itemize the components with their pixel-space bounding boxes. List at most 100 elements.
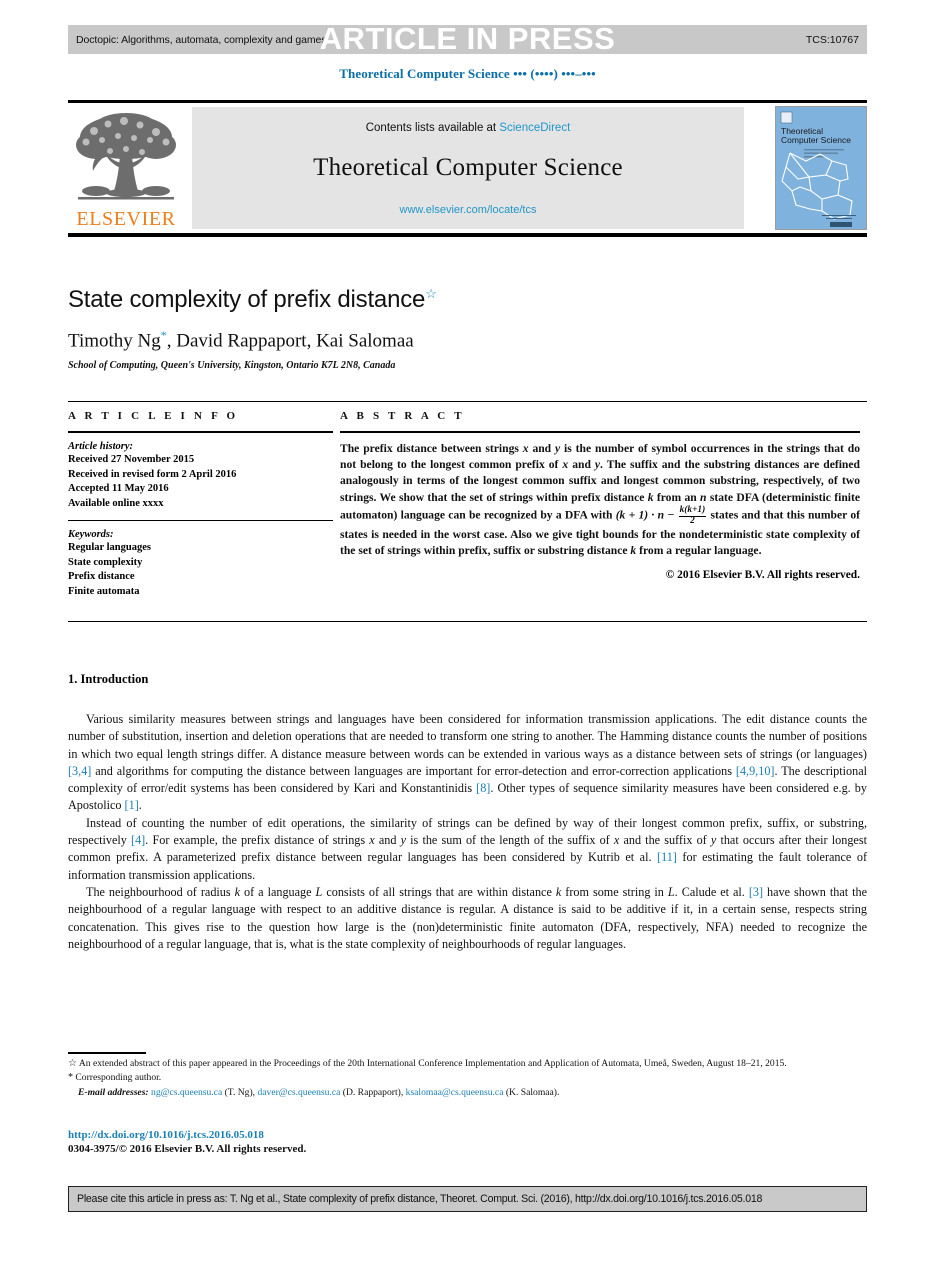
email-addresses-label: E-mail addresses: (78, 1086, 149, 1098)
keywords-label: Keywords: (68, 529, 114, 540)
body-text-segment: of a language (240, 884, 316, 899)
abstract-and-2: and (568, 458, 595, 472)
abstract-divider (340, 431, 860, 433)
abstract-bottom-rule (68, 621, 867, 622)
issn-copyright-line: 0304-3975/© 2016 Elsevier B.V. All right… (68, 1143, 307, 1155)
body-paragraph: The neighbourhood of radius k of a langu… (68, 884, 867, 953)
footnotes-block: ☆ An extended abstract of this paper app… (68, 1057, 867, 1100)
footnote-rule (68, 1052, 146, 1054)
abstract-text: The prefix distance between strings x an… (340, 441, 860, 559)
keyword-item-1: State complexity (68, 556, 143, 568)
abstract-seg-4: from an (653, 490, 701, 504)
footnote-corresponding: * Corresponding author. (68, 1071, 867, 1084)
doi-link[interactable]: http://dx.doi.org/10.1016/j.tcs.2016.05.… (68, 1129, 264, 1141)
history-revised: Received in revised form 2 April 2016 (68, 468, 237, 480)
citation-link[interactable]: [11] (657, 850, 677, 864)
svg-text:Computer Science: Computer Science (781, 135, 851, 145)
keyword-item-3: Finite automata (68, 585, 140, 597)
body-paragraph: Various similarity measures between stri… (68, 711, 867, 815)
article-in-press-bar: Doctopic: Algorithms, automata, complexi… (68, 21, 867, 56)
masthead-bottom-rule (68, 233, 867, 237)
email-link-rappaport[interactable]: daver@cs.queensu.ca (257, 1087, 340, 1098)
keyword-item-0: Regular languages (68, 542, 151, 553)
body-paragraph: Instead of counting the number of edit o… (68, 815, 867, 884)
article-page: Doctopic: Algorithms, automata, complexi… (0, 0, 935, 1266)
abstract-column: A B S T R A C T The prefix distance betw… (340, 410, 860, 581)
body-text-segment: and algorithms for computing the distanc… (91, 763, 736, 778)
keyword-item-2: Prefix distance (68, 571, 135, 582)
body-text-segment: . (138, 798, 142, 813)
body-text-segment: The neighbourhood of radius (86, 884, 235, 899)
page-title: State complexity of prefix distance☆ (68, 286, 437, 314)
elsevier-wordmark: ELSEVIER (76, 208, 176, 230)
history-online: Available online xxxx (68, 497, 164, 509)
email-link-salomaa[interactable]: ksalomaa@cs.queensu.ca (406, 1087, 504, 1098)
abstract-heading: A B S T R A C T (340, 410, 465, 422)
body-text-segment: and the suffix of (619, 833, 711, 848)
body-text-segment: and (374, 833, 401, 848)
abstract-seg-7: from a regular language. (636, 543, 762, 557)
author-rest: , David Rappaport, Kai Salomaa (166, 330, 414, 352)
footnote-emails: E-mail addresses: ng@cs.queensu.ca (T. N… (68, 1086, 867, 1099)
author-affiliation: School of Computing, Queen's University,… (68, 360, 396, 371)
section-heading-introduction: 1. Introduction (68, 672, 149, 686)
citation-link[interactable]: [4] (131, 833, 145, 847)
footnote-star: ☆ An extended abstract of this paper app… (68, 1057, 867, 1070)
body-text-segment: . Calude et al. (674, 884, 749, 899)
contents-available-line: Contents lists available at ScienceDirec… (366, 122, 571, 134)
body-text-segment: consists of all strings that are within … (322, 884, 556, 899)
abstract-and-1: and (528, 442, 556, 455)
journal-running-head: Theoretical Computer Science ••• (••••) … (339, 66, 596, 81)
abstract-seg-1: The prefix distance between strings (340, 442, 523, 455)
article-history-label: Article history: (68, 441, 134, 452)
citation-link[interactable]: [3,4] (68, 764, 91, 778)
journal-masthead: ELSEVIER Contents lists available at Sci… (68, 104, 867, 232)
keywords-divider (68, 520, 333, 521)
author-first: Timothy Ng (68, 330, 161, 352)
math-variable: L (667, 884, 675, 899)
journal-homepage-link[interactable]: www.elsevier.com/locate/tcs (400, 204, 537, 216)
history-received: Received 27 November 2015 (68, 454, 195, 465)
abstract-formula-fraction: k(k+1) 2 (678, 505, 707, 527)
body-text-segment: from some string in (561, 884, 668, 899)
body-text-segment: Various similarity measures between stri… (68, 712, 867, 761)
cite-this-article-text: Please cite this article in press as: T.… (77, 1193, 763, 1205)
footnote-star-marker-icon: ☆ (68, 1058, 77, 1069)
tcs-code-label: TCS:10767 (805, 33, 859, 46)
contents-box: Contents lists available at ScienceDirec… (192, 107, 744, 229)
footnote-corresponding-text: Corresponding author. (75, 1072, 162, 1084)
cite-this-article-bar: Please cite this article in press as: T.… (68, 1186, 867, 1212)
citation-link[interactable]: [3] (749, 885, 763, 899)
citation-link[interactable]: [4,9,10] (736, 764, 775, 778)
contents-prefix-text: Contents lists available at (365, 122, 500, 134)
body-text-segment: . For example, the prefix distance of st… (145, 833, 370, 848)
article-info-divider (68, 431, 333, 433)
abstract-formula-main: (k + 1) · n − (615, 508, 678, 522)
email-person-rappaport: (D. Rappaport), (340, 1086, 406, 1098)
body-text-container: Various similarity measures between stri… (68, 711, 867, 953)
email-person-salomaa: (K. Salomaa). (503, 1086, 560, 1098)
doctopic-label: Doctopic: Algorithms, automata, complexi… (76, 33, 327, 46)
history-accepted: Accepted 11 May 2016 (68, 483, 169, 494)
citation-link[interactable]: [1] (125, 798, 139, 812)
footnote-star-text: An extended abstract of this paper appea… (78, 1058, 787, 1069)
journal-cover-art: Theoretical Computer Science (776, 107, 866, 229)
email-person-ng: (T. Ng), (222, 1086, 258, 1098)
sciencedirect-link[interactable]: ScienceDirect (499, 122, 570, 134)
elsevier-logo: ELSEVIER (68, 106, 184, 230)
elsevier-tree-icon (76, 113, 176, 200)
page-title-text: State complexity of prefix distance (68, 286, 426, 313)
body-text-segment: is the sum of the length of the suffix o… (406, 833, 614, 848)
abstract-copyright: © 2016 Elsevier B.V. All rights reserved… (665, 568, 860, 581)
info-section-top-rule (68, 401, 867, 402)
title-footnote-star-icon[interactable]: ☆ (425, 286, 437, 301)
author-list: Timothy Ng*, David Rappaport, Kai Saloma… (68, 328, 414, 352)
masthead-top-rule (68, 100, 867, 103)
email-link-ng[interactable]: ng@cs.queensu.ca (151, 1087, 222, 1098)
footnote-asterisk-icon: * (68, 1072, 73, 1084)
abstract-formula-denominator: 2 (690, 515, 695, 526)
article-info-column: A R T I C L E I N F O Article history: R… (68, 410, 333, 599)
journal-cover-thumbnail: Theoretical Computer Science (775, 106, 867, 230)
article-info-heading: A R T I C L E I N F O (68, 410, 239, 422)
citation-link[interactable]: [8] (476, 781, 490, 795)
